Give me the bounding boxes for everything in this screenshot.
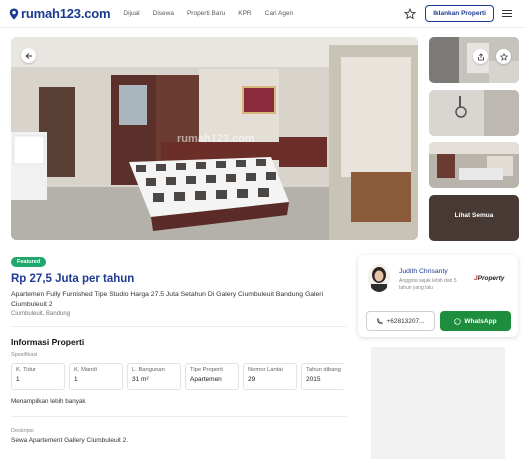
listing-price: Rp 27,5 Juta per tahun [11, 273, 135, 285]
spec-value: 1 [74, 376, 78, 383]
spec-floor-number: Nomor Lantai 29 [243, 363, 297, 390]
hamburger-menu-icon[interactable] [502, 7, 516, 21]
whatsapp-button[interactable]: WhatsApp [440, 311, 511, 331]
agent-name[interactable]: Judith Chrisanty [399, 268, 448, 275]
thumbnail-photo-2[interactable] [429, 90, 519, 136]
save-favorite-button[interactable] [496, 49, 511, 64]
share-button[interactable] [473, 49, 488, 64]
phone-icon [377, 318, 383, 324]
main-photo[interactable]: rumah123.com [11, 37, 418, 240]
favorites-star-icon[interactable] [403, 7, 417, 21]
divider [11, 326, 347, 327]
property-info-title: Informasi Properti [11, 337, 85, 347]
top-header: rumah123.com Dijual Disewa Properti Baru… [0, 0, 525, 28]
nav-item-cari-agen[interactable]: Cari Agen [265, 10, 294, 17]
agency-logo[interactable]: JProperty [474, 275, 504, 282]
agency-logo-text: Property [477, 275, 505, 282]
spec-building-area: L. Bangunan 31 m² [127, 363, 181, 390]
see-all-label: Lihat Semua [454, 212, 494, 219]
spec-bedrooms: K. Tidur 1 [11, 363, 65, 390]
agent-portrait [368, 264, 390, 292]
agent-avatar[interactable] [368, 264, 390, 292]
nav-item-dijual[interactable]: Dijual [123, 10, 139, 17]
description-text: Sewa Apartement Gallery Ciumbuleuit 2. [11, 437, 129, 444]
spec-value: 1 [16, 376, 20, 383]
agent-card: Judith Chrisanty Anggota sejak lebih dar… [358, 255, 518, 337]
nav-item-disewa[interactable]: Disewa [153, 10, 174, 17]
thumbnail-photo-1[interactable] [429, 37, 519, 83]
spec-key: Tahun dibang [306, 367, 341, 373]
spec-key: K. Tidur [16, 367, 36, 373]
ad-placeholder [371, 347, 505, 459]
whatsapp-label: WhatsApp [464, 317, 497, 325]
spec-year-built: Tahun dibang 2015 [301, 363, 345, 390]
spec-value: Apartemen [190, 376, 222, 383]
show-more-link[interactable]: Menampilkan lebih banyak [11, 398, 86, 405]
star-icon [499, 52, 508, 61]
listing-location: Ciumbuleuit, Bandung [11, 311, 71, 317]
location-pin-icon [9, 8, 19, 19]
arrow-left-icon [25, 52, 32, 59]
nav-item-kpr[interactable]: KPR [238, 10, 251, 17]
header-actions: Iklankan Properti [403, 5, 516, 22]
specification-label: Spesifikasi [11, 352, 38, 358]
spec-value: 2015 [306, 376, 321, 383]
spec-key: K. Mandi [74, 367, 97, 373]
logo-text: rumah123.com [21, 6, 111, 21]
spec-key: L. Bangunan [132, 367, 165, 373]
listing-page: rumah123.com Dijual Disewa Properti Baru… [0, 0, 525, 459]
back-arrow-button[interactable] [21, 48, 36, 63]
main-nav: Dijual Disewa Properti Baru KPR Cari Age… [123, 10, 293, 17]
spec-list: K. Tidur 1 K. Mandi 1 L. Bangunan 31 m² … [11, 363, 345, 390]
featured-badge: Featured [11, 257, 47, 267]
share-icon [477, 52, 484, 60]
post-listing-button[interactable]: Iklankan Properti [425, 5, 494, 22]
photo-watermark: rumah123.com [177, 133, 255, 145]
site-logo[interactable]: rumah123.com [9, 6, 111, 21]
agent-membership: Anggota sejak lebih dari 5 tahun yang la… [399, 278, 457, 291]
thumbnail-see-all[interactable]: Lihat Semua [429, 195, 519, 241]
call-agent-button[interactable]: +62813207... [366, 311, 435, 331]
listing-title: Apartemen Fully Furnished Tipe Studio Ha… [11, 291, 324, 308]
divider [11, 416, 347, 417]
spec-key: Nomor Lantai [248, 367, 283, 373]
phone-number: +62813207... [386, 317, 425, 325]
spec-value: 31 m² [132, 376, 149, 383]
whatsapp-icon [454, 317, 462, 325]
description-label: Deskripsi [11, 428, 34, 434]
thumbnail-photo-3[interactable] [429, 142, 519, 188]
spec-value: 29 [248, 376, 256, 383]
spec-property-type: Tipe Properti Apartemen [185, 363, 239, 390]
spec-bathrooms: K. Mandi 1 [69, 363, 123, 390]
shower-photo [429, 90, 519, 136]
nav-item-properti-baru[interactable]: Properti Baru [187, 10, 225, 17]
living-room-photo [429, 142, 519, 188]
spec-key: Tipe Properti [190, 367, 223, 373]
